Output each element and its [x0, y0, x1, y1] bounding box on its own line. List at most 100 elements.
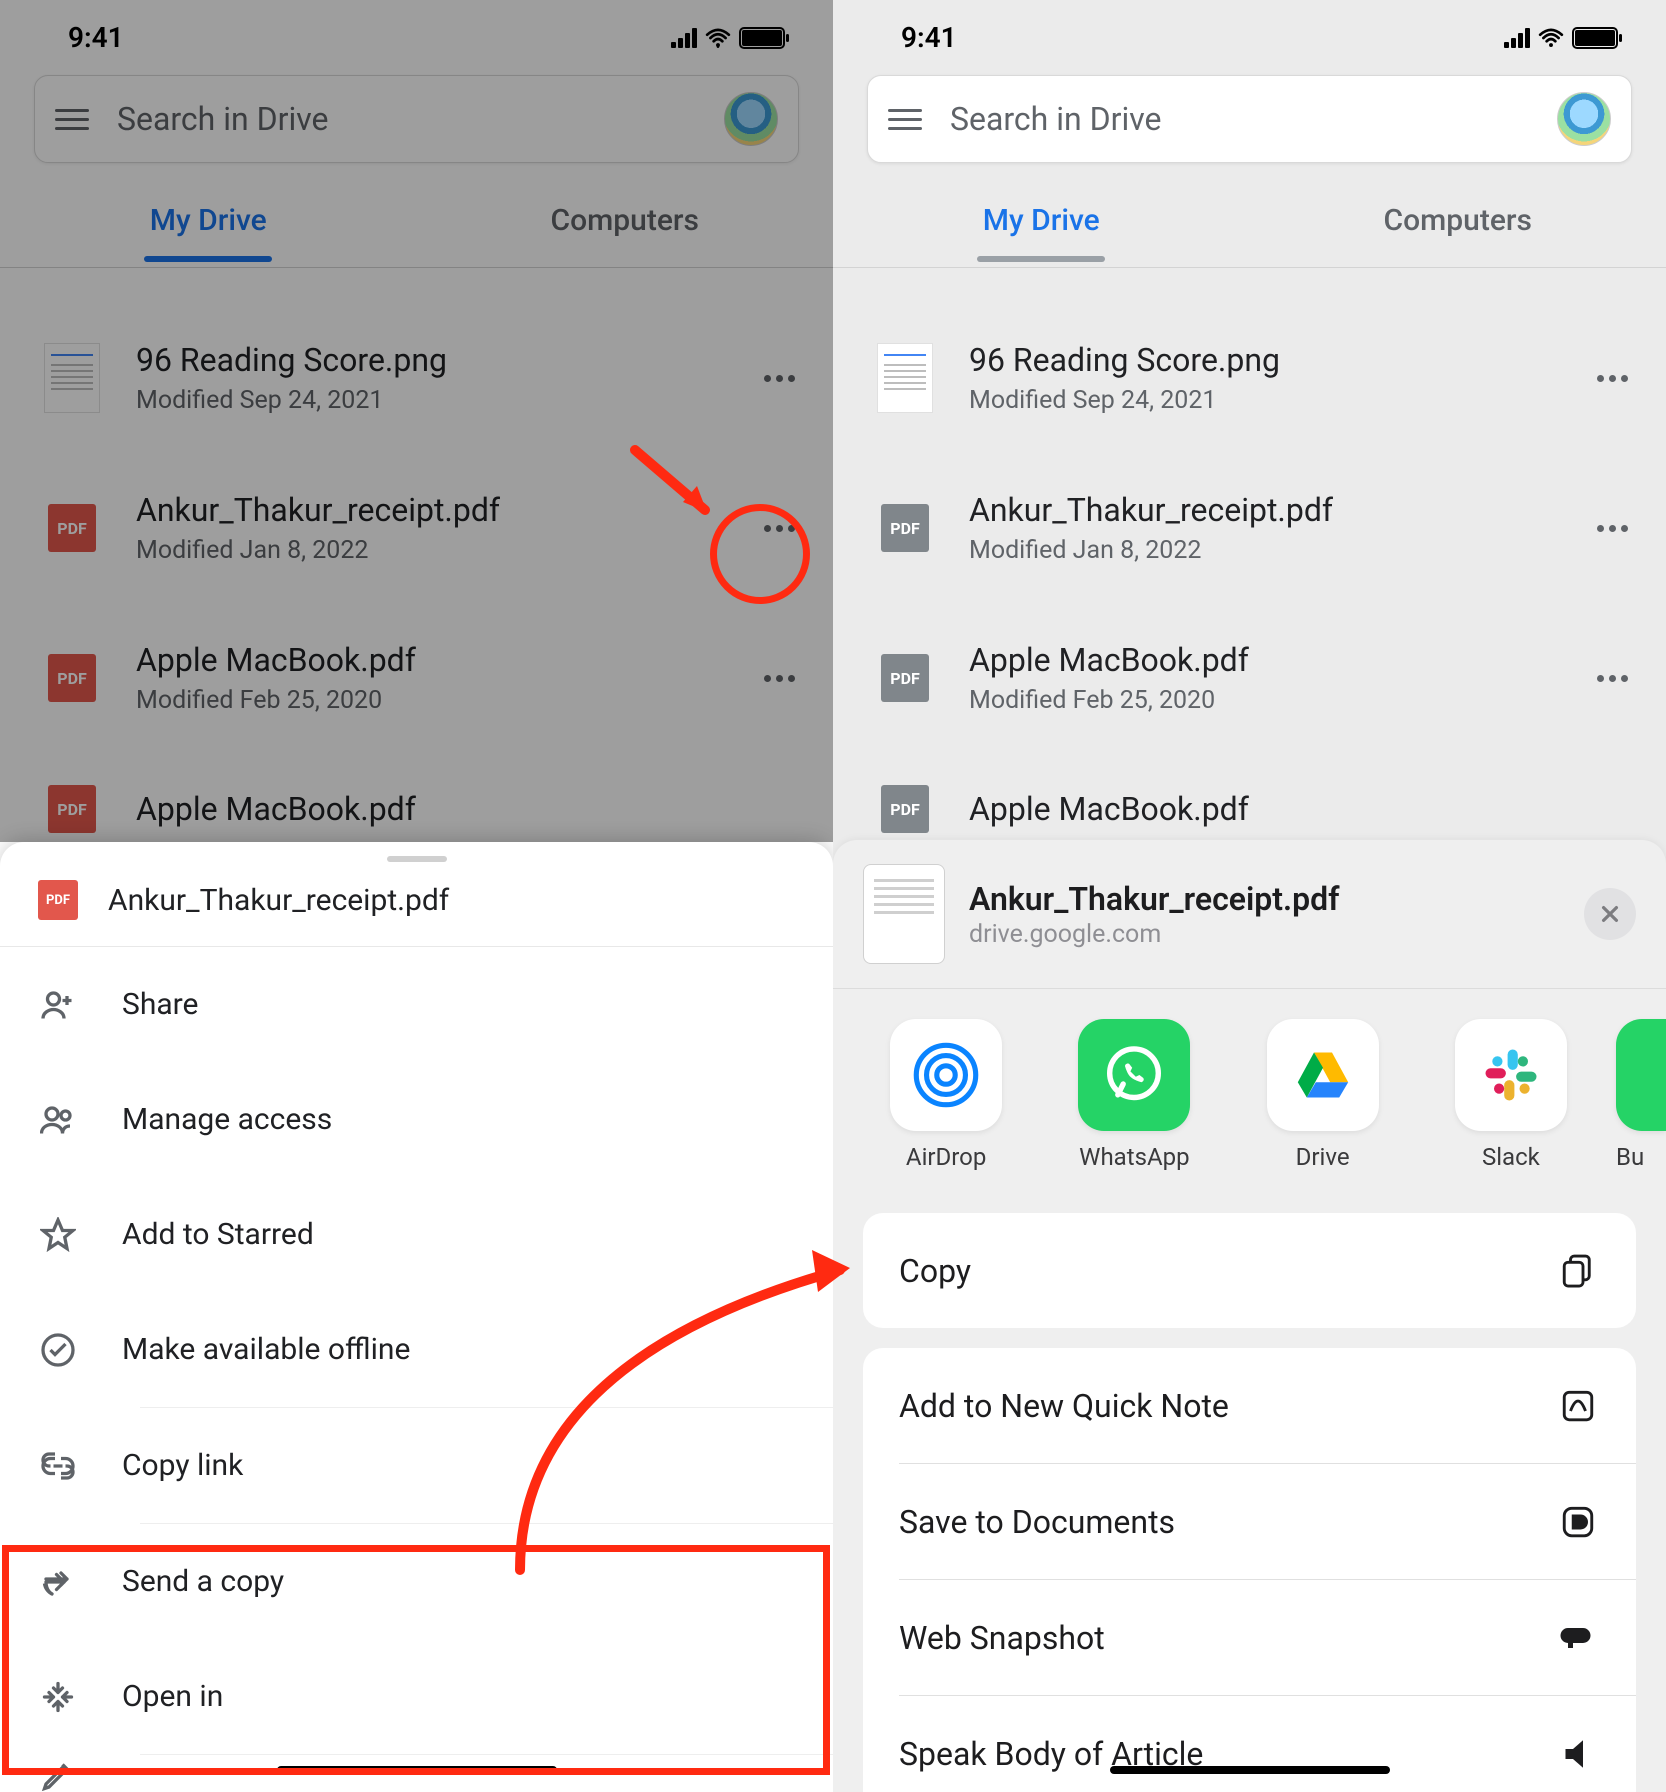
more-options-button[interactable] — [1592, 358, 1632, 398]
search-bar[interactable]: Search in Drive — [867, 75, 1632, 163]
speaker-icon — [1556, 1732, 1600, 1776]
status-time: 9:41 — [68, 21, 124, 54]
status-indicators — [671, 27, 785, 49]
pdf-file-icon: PDF — [877, 500, 933, 556]
menu-share[interactable]: Share — [0, 947, 833, 1062]
account-avatar[interactable] — [1557, 92, 1611, 146]
file-row[interactable]: PDF Apple MacBook.pdf — [0, 753, 833, 833]
file-list: 96 Reading Score.png Modified Sep 24, 20… — [0, 268, 833, 833]
action-label: Add to New Quick Note — [899, 1387, 1229, 1425]
app-label: AirDrop — [906, 1143, 986, 1171]
action-save-documents[interactable]: Save to Documents — [863, 1464, 1636, 1579]
file-modified: Modified Jan 8, 2022 — [136, 536, 723, 565]
sheet-header: PDF Ankur_Thakur_receipt.pdf — [0, 862, 833, 947]
share-thumbnail — [863, 864, 945, 964]
file-row[interactable]: 96 Reading Score.png Modified Sep 24, 20… — [0, 303, 833, 453]
app-label: Bu — [1616, 1143, 1656, 1171]
status-indicators — [1504, 27, 1618, 49]
file-row[interactable]: 96 Reading Score.png Modified Sep 24, 20… — [833, 303, 1666, 453]
file-modified: Modified Sep 24, 2021 — [136, 386, 723, 415]
search-placeholder: Search in Drive — [950, 100, 1529, 138]
people-icon — [38, 1100, 78, 1140]
action-speak-article[interactable]: Speak Body of Article — [863, 1696, 1636, 1792]
share-apps-row[interactable]: AirDrop WhatsApp Drive — [833, 989, 1666, 1171]
status-time: 9:41 — [901, 21, 957, 54]
whatsapp-icon — [1078, 1019, 1190, 1131]
action-copy[interactable]: Copy — [863, 1213, 1636, 1328]
annotation-curved-arrow — [500, 1220, 880, 1580]
more-options-button[interactable] — [1592, 658, 1632, 698]
tab-my-drive[interactable]: My Drive — [833, 203, 1250, 238]
tab-computers[interactable]: Computers — [417, 203, 834, 238]
menu-icon[interactable] — [55, 109, 89, 130]
pdf-file-icon: PDF — [877, 781, 933, 833]
home-indicator[interactable] — [1110, 1766, 1390, 1774]
file-modified: Modified Feb 25, 2020 — [136, 686, 723, 715]
tabs: My Drive Computers — [0, 173, 833, 268]
pdf-file-icon: PDF — [44, 500, 100, 556]
share-app-slack[interactable]: Slack — [1428, 1019, 1594, 1171]
wifi-icon — [705, 28, 731, 48]
pdf-file-icon: PDF — [877, 650, 933, 706]
share-app-partial[interactable]: Bu — [1616, 1019, 1666, 1171]
tabs: My Drive Computers — [833, 173, 1666, 268]
menu-manage-access[interactable]: Manage access — [0, 1062, 833, 1177]
image-file-icon — [877, 350, 933, 406]
action-label: Web Snapshot — [899, 1619, 1105, 1657]
share-header: Ankur_Thakur_receipt.pdf drive.google.co… — [833, 840, 1666, 989]
account-avatar[interactable] — [724, 92, 778, 146]
share-action-copy-group: Copy — [863, 1213, 1636, 1328]
more-options-button[interactable] — [1592, 508, 1632, 548]
menu-label: Add to Starred — [122, 1217, 314, 1252]
ios-share-sheet: Ankur_Thakur_receipt.pdf drive.google.co… — [833, 840, 1666, 1792]
menu-icon[interactable] — [888, 109, 922, 130]
file-row[interactable]: PDF Ankur_Thakur_receipt.pdf Modified Ja… — [833, 453, 1666, 603]
more-options-button[interactable] — [759, 358, 799, 398]
action-label: Copy — [899, 1252, 971, 1290]
link-icon — [38, 1446, 78, 1486]
file-list: 96 Reading Score.png Modified Sep 24, 20… — [833, 268, 1666, 833]
search-bar[interactable]: Search in Drive — [34, 75, 799, 163]
more-options-button[interactable] — [759, 658, 799, 698]
cellular-icon — [671, 28, 697, 48]
share-app-whatsapp[interactable]: WhatsApp — [1051, 1019, 1217, 1171]
app-label: Drive — [1296, 1143, 1350, 1171]
partial-app-icon — [1616, 1019, 1666, 1131]
menu-label: Share — [122, 987, 198, 1022]
phone-screen-right: 9:41 Search in Drive My Drive Computers … — [833, 0, 1666, 1792]
file-modified: Modified Feb 25, 2020 — [969, 686, 1556, 715]
share-app-drive[interactable]: Drive — [1240, 1019, 1406, 1171]
status-bar: 9:41 — [0, 0, 833, 75]
file-name: Apple MacBook.pdf — [969, 790, 1632, 828]
sheet-title: Ankur_Thakur_receipt.pdf — [108, 883, 449, 918]
menu-label: Manage access — [122, 1102, 332, 1137]
menu-label: Copy link — [122, 1448, 243, 1483]
annotation-arrow — [625, 440, 735, 530]
share-app-airdrop[interactable]: AirDrop — [863, 1019, 1029, 1171]
file-name: Apple MacBook.pdf — [136, 790, 799, 828]
drive-icon — [1267, 1019, 1379, 1131]
file-row[interactable]: PDF Apple MacBook.pdf — [833, 753, 1666, 833]
tab-computers[interactable]: Computers — [1250, 203, 1666, 238]
file-name: Apple MacBook.pdf — [136, 641, 723, 679]
share-subtitle: drive.google.com — [969, 920, 1560, 949]
person-add-icon — [38, 985, 78, 1025]
action-web-snapshot[interactable]: Web Snapshot — [863, 1580, 1636, 1695]
share-title: Ankur_Thakur_receipt.pdf — [969, 880, 1560, 918]
offline-check-icon — [38, 1330, 78, 1370]
action-label: Save to Documents — [899, 1503, 1175, 1541]
pdf-file-icon: PDF — [44, 781, 100, 833]
file-name: Ankur_Thakur_receipt.pdf — [969, 491, 1556, 529]
file-row[interactable]: PDF Apple MacBook.pdf Modified Feb 25, 2… — [833, 603, 1666, 753]
action-quick-note[interactable]: Add to New Quick Note — [863, 1348, 1636, 1463]
file-name: Apple MacBook.pdf — [969, 641, 1556, 679]
file-row[interactable]: PDF Apple MacBook.pdf Modified Feb 25, 2… — [0, 603, 833, 753]
tab-my-drive[interactable]: My Drive — [0, 203, 417, 238]
app-label: Slack — [1482, 1143, 1540, 1171]
cellular-icon — [1504, 28, 1530, 48]
app-label: WhatsApp — [1079, 1143, 1189, 1171]
close-button[interactable] — [1584, 888, 1636, 940]
copy-icon — [1556, 1249, 1600, 1293]
file-name: 96 Reading Score.png — [969, 341, 1556, 379]
pdf-file-icon: PDF — [38, 880, 78, 920]
